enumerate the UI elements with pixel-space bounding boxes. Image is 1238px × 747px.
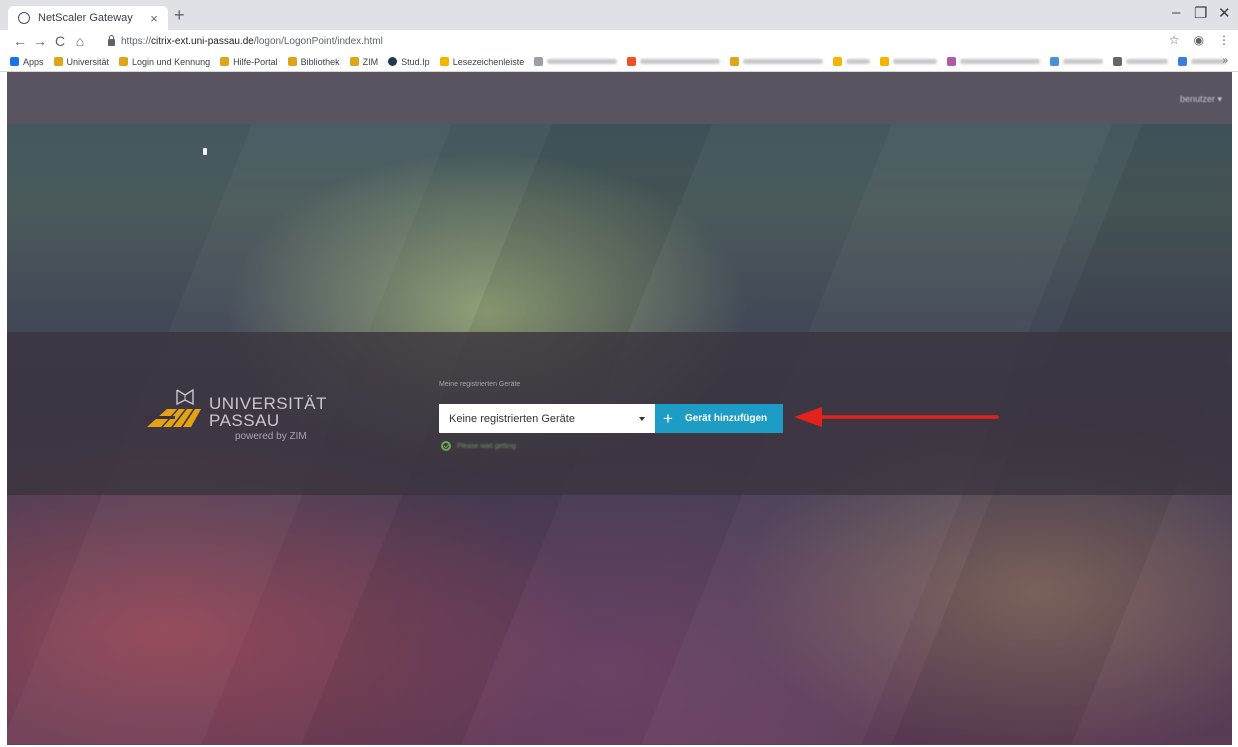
url-host: citrix-ext.uni-passau.de — [151, 35, 254, 47]
bookmark-login-und-kennung[interactable]: Login und Kennung — [119, 57, 210, 67]
status-text: Please wait getting — [457, 442, 516, 450]
bookmark-blurred[interactable] — [627, 57, 721, 66]
registered-devices-select[interactable]: Keine registrierten Geräte — [439, 404, 655, 433]
bookmark-icon — [1113, 57, 1123, 66]
bookmark-blurred[interactable] — [730, 57, 824, 66]
status-row: Please wait getting — [441, 441, 516, 451]
browser-window: NetScaler Gateway × + – ❐ ✕ ← → C ⌂ http… — [0, 0, 1238, 747]
add-device-button[interactable]: + Gerät hinzufügen — [655, 404, 783, 433]
new-tab-button[interactable]: + — [174, 5, 185, 26]
uni-passau-icon — [730, 57, 740, 66]
apps-grid-icon — [10, 57, 19, 66]
url-path: /logon/LogonPoint/index.html — [253, 35, 383, 47]
folder-icon — [439, 57, 449, 66]
close-window-button[interactable]: ✕ — [1218, 4, 1231, 22]
bookmark-label: Bibliothek — [300, 56, 340, 67]
back-button[interactable]: ← — [10, 33, 30, 49]
bookmark-star-icon[interactable]: ☆ — [1169, 33, 1180, 47]
check-circle-icon — [441, 441, 451, 451]
devices-caption: Meine registrierten Geräte — [439, 381, 521, 388]
bookmark-label: Hilfe-Portal — [233, 56, 278, 67]
minimize-button[interactable]: – — [1172, 4, 1180, 21]
device-registration-band: UNIVERSITÄT PASSAU powered by ZIM Meine … — [7, 332, 1232, 495]
browser-menu-icon[interactable]: ⋮ — [1218, 33, 1230, 47]
address-bar[interactable]: https://citrix-ext.uni-passau.de/logon/L… — [121, 36, 383, 47]
uni-passau-icon — [349, 57, 359, 66]
bookmark-label: Lesezeichenleiste — [452, 56, 525, 67]
blurred-label — [1063, 59, 1104, 64]
bookmark-apps[interactable]: Apps — [10, 57, 44, 67]
text-cursor-icon — [203, 148, 207, 155]
bookmark-blurred[interactable] — [947, 57, 1041, 66]
blurred-label — [743, 59, 824, 64]
forward-button[interactable]: → — [30, 33, 50, 49]
plus-icon: + — [663, 409, 673, 428]
university-logo: UNIVERSITÄT PASSAU powered by ZIM — [145, 387, 326, 447]
blurred-label — [893, 59, 938, 64]
bookmark-label: ZIM — [362, 56, 379, 67]
tab-netscaler-gateway[interactable]: NetScaler Gateway × — [8, 6, 168, 30]
bookmark-blurred[interactable] — [880, 57, 938, 66]
browser-toolbar: ← → C ⌂ https://citrix-ext.uni-passau.de… — [0, 30, 1238, 52]
bookmark-label: Apps — [23, 56, 44, 67]
profile-avatar-icon[interactable]: ◉ — [1194, 33, 1204, 47]
tab-title: NetScaler Gateway — [38, 12, 133, 24]
uni-passau-icon — [53, 57, 63, 66]
device-select-value: Keine registrierten Geräte — [449, 412, 575, 425]
maximize-button[interactable]: ❐ — [1194, 4, 1207, 22]
bookmark-lesezeichenleiste[interactable]: Lesezeichenleiste — [439, 56, 525, 67]
logo-powered-by: powered by ZIM — [235, 431, 307, 442]
top-bar: benutzer ▾ — [7, 72, 1232, 124]
blurred-label — [846, 59, 871, 64]
reload-button[interactable]: C — [50, 33, 70, 49]
toolbar-actions: ☆ ◉ ⋮ — [1169, 33, 1230, 47]
tab-strip: NetScaler Gateway × + – ❐ ✕ — [0, 0, 1238, 30]
blurred-label — [1126, 59, 1169, 64]
add-device-label: Gerät hinzufügen — [684, 413, 768, 424]
folder-icon — [880, 57, 890, 66]
bookmark-blurred[interactable] — [1050, 57, 1104, 66]
bookmark-studip[interactable]: Stud.Ip — [388, 57, 430, 67]
uni-passau-icon — [119, 57, 129, 66]
tab-close-icon[interactable]: × — [146, 11, 162, 26]
bookmark-icon — [1050, 57, 1060, 66]
uni-passau-icon — [220, 57, 230, 66]
url-scheme: https:// — [121, 35, 152, 47]
university-passau-emblem-icon — [145, 388, 201, 427]
netscaler-favicon-icon — [18, 12, 30, 24]
studip-icon — [388, 57, 398, 66]
bookmark-icon — [947, 57, 957, 66]
bookmark-icon — [534, 57, 544, 66]
bookmark-zim[interactable]: ZIM — [349, 56, 379, 67]
lock-icon — [108, 34, 115, 46]
bookmark-universitaet[interactable]: Universität — [53, 56, 110, 67]
bookmark-label: Universität — [66, 56, 110, 67]
home-button[interactable]: ⌂ — [70, 33, 90, 49]
bookmarks-more-button[interactable]: » — [1222, 55, 1228, 66]
bookmark-icon — [1178, 57, 1188, 66]
blurred-label — [547, 59, 618, 64]
uni-passau-icon — [287, 57, 297, 66]
blurred-label — [640, 59, 721, 64]
bookmark-label: Login und Kennung — [132, 56, 211, 67]
netscaler-page: benutzer ▾ UNIVERSITÄT PASSAU powered by… — [7, 72, 1232, 745]
red-arrow-annotation-icon — [794, 407, 999, 427]
microsoft-icon — [627, 57, 637, 66]
bookmark-blurred[interactable] — [534, 57, 618, 66]
bookmark-blurred[interactable] — [833, 57, 871, 66]
chevron-down-icon — [639, 416, 645, 421]
bookmark-blurred[interactable] — [1178, 57, 1228, 66]
bookmark-label: Stud.Ip — [401, 56, 430, 67]
logo-line-1: UNIVERSITÄT — [209, 394, 327, 413]
bookmark-blurred[interactable] — [1113, 57, 1169, 66]
bookmarks-bar: Apps Universität Login und Kennung Hilfe… — [0, 52, 1238, 72]
bookmark-bibliothek[interactable]: Bibliothek — [287, 56, 340, 67]
logo-line-2: PASSAU — [209, 411, 280, 430]
blurred-label — [960, 59, 1041, 64]
user-menu[interactable]: benutzer ▾ — [1180, 94, 1222, 105]
folder-icon — [833, 57, 843, 66]
bookmark-hilfe-portal[interactable]: Hilfe-Portal — [220, 57, 278, 67]
